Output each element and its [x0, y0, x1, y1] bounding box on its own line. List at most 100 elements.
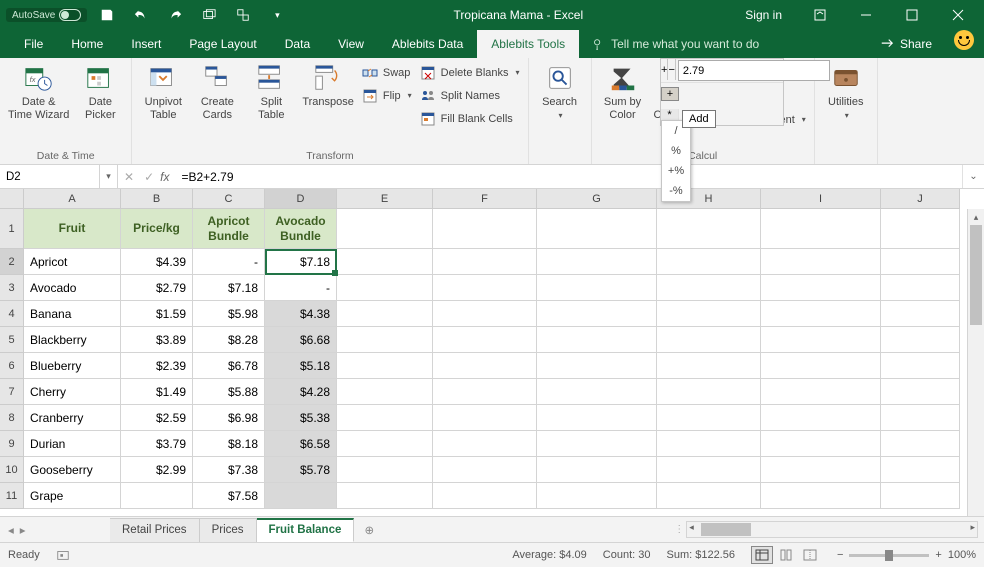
zoom-in-button[interactable]: + — [935, 549, 941, 561]
cell-e8[interactable] — [337, 405, 433, 431]
tab-page-layout[interactable]: Page Layout — [175, 30, 270, 58]
cell-h4[interactable] — [657, 301, 761, 327]
row-header-6[interactable]: 6 — [0, 353, 24, 379]
empty-header-5[interactable] — [433, 209, 537, 249]
cell-a2[interactable]: Apricot — [24, 249, 121, 275]
cell-i3[interactable] — [761, 275, 881, 301]
cell-a5[interactable]: Blackberry — [24, 327, 121, 353]
cell-e2[interactable] — [337, 249, 433, 275]
cell-h8[interactable] — [657, 405, 761, 431]
cell-h10[interactable] — [657, 457, 761, 483]
cell-i8[interactable] — [761, 405, 881, 431]
cell-a4[interactable]: Banana — [24, 301, 121, 327]
tab-home[interactable]: Home — [57, 30, 117, 58]
macro-recorder-icon[interactable] — [56, 548, 70, 562]
cell-a3[interactable]: Avocado — [24, 275, 121, 301]
calc-value-input[interactable] — [678, 60, 830, 81]
cell-h6[interactable] — [657, 353, 761, 379]
flip-button[interactable]: Flip▾ — [362, 85, 412, 106]
cell-f5[interactable] — [433, 327, 537, 353]
cell-h9[interactable] — [657, 431, 761, 457]
save-icon[interactable] — [93, 0, 121, 30]
cell-d10[interactable]: $5.78 — [265, 457, 337, 483]
date-picker-button[interactable]: Date Picker — [77, 62, 123, 121]
feedback-smiley-icon[interactable] — [954, 30, 974, 50]
cell-f6[interactable] — [433, 353, 537, 379]
cell-f9[interactable] — [433, 431, 537, 457]
new-sheet-button[interactable]: ⊕ — [354, 523, 384, 537]
cell-c3[interactable]: $7.18 — [193, 275, 265, 301]
fill-blank-cells-button[interactable]: Fill Blank Cells — [420, 108, 520, 129]
calc-op-pct[interactable]: % — [662, 141, 690, 161]
cell-e7[interactable] — [337, 379, 433, 405]
empty-header-6[interactable] — [537, 209, 657, 249]
cell-e11[interactable] — [337, 483, 433, 509]
cell-g4[interactable] — [537, 301, 657, 327]
col-header-d[interactable]: D — [265, 189, 337, 209]
swap-button[interactable]: Swap — [362, 62, 412, 83]
cell-d3[interactable]: - — [265, 275, 337, 301]
cell-g3[interactable] — [537, 275, 657, 301]
cell-i11[interactable] — [761, 483, 881, 509]
maximize-button[interactable] — [890, 0, 934, 30]
cell-j5[interactable] — [881, 327, 960, 353]
sheet-nav-last-icon[interactable]: ▸ — [20, 523, 26, 537]
view-page-layout-icon[interactable] — [775, 546, 797, 564]
cell-h7[interactable] — [657, 379, 761, 405]
col-header-i[interactable]: I — [761, 189, 881, 209]
cell-h5[interactable] — [657, 327, 761, 353]
tab-insert[interactable]: Insert — [117, 30, 175, 58]
create-cards-button[interactable]: Create Cards — [194, 62, 240, 121]
cell-b4[interactable]: $1.59 — [121, 301, 193, 327]
empty-header-8[interactable] — [761, 209, 881, 249]
cell-b10[interactable]: $2.99 — [121, 457, 193, 483]
col-header-a[interactable]: A — [24, 189, 121, 209]
col-header-f[interactable]: F — [433, 189, 537, 209]
cell-d11[interactable] — [265, 483, 337, 509]
cell-d6[interactable]: $5.18 — [265, 353, 337, 379]
cell-d2[interactable]: $7.18 — [265, 249, 337, 275]
formula-expand-icon[interactable]: ⌄ — [962, 165, 984, 188]
cancel-formula-icon[interactable]: ✕ — [124, 170, 134, 184]
transpose-button[interactable]: Transpose — [302, 62, 354, 109]
cell-c6[interactable]: $6.78 — [193, 353, 265, 379]
split-names-button[interactable]: Split Names — [420, 85, 520, 106]
cell-f3[interactable] — [433, 275, 537, 301]
cell-j9[interactable] — [881, 431, 960, 457]
cell-b6[interactable]: $2.39 — [121, 353, 193, 379]
cell-i7[interactable] — [761, 379, 881, 405]
cell-c2[interactable]: - — [193, 249, 265, 275]
tab-ablebits-data[interactable]: Ablebits Data — [378, 30, 477, 58]
cell-j6[interactable] — [881, 353, 960, 379]
cell-f4[interactable] — [433, 301, 537, 327]
cell-h11[interactable] — [657, 483, 761, 509]
qat-icon-1[interactable] — [195, 0, 223, 30]
cell-i9[interactable] — [761, 431, 881, 457]
row-header-1[interactable]: 1 — [0, 209, 24, 249]
cell-j8[interactable] — [881, 405, 960, 431]
cell-j3[interactable] — [881, 275, 960, 301]
row-header-9[interactable]: 9 — [0, 431, 24, 457]
cell-a7[interactable]: Cherry — [24, 379, 121, 405]
cell-a10[interactable]: Gooseberry — [24, 457, 121, 483]
cell-c7[interactable]: $5.88 — [193, 379, 265, 405]
cell-d7[interactable]: $4.28 — [265, 379, 337, 405]
cell-j10[interactable] — [881, 457, 960, 483]
row-header-7[interactable]: 7 — [0, 379, 24, 405]
name-box[interactable] — [0, 165, 100, 188]
cell-e9[interactable] — [337, 431, 433, 457]
delete-blanks-button[interactable]: Delete Blanks▾ — [420, 62, 520, 83]
cell-b5[interactable]: $3.89 — [121, 327, 193, 353]
cell-i10[interactable] — [761, 457, 881, 483]
cell-f10[interactable] — [433, 457, 537, 483]
cell-d8[interactable]: $5.38 — [265, 405, 337, 431]
select-all-corner[interactable] — [0, 189, 24, 209]
cell-j2[interactable] — [881, 249, 960, 275]
cell-f2[interactable] — [433, 249, 537, 275]
horizontal-scrollbar[interactable]: ◂ ▸ — [686, 521, 978, 538]
calc-minus-button[interactable]: − — [668, 59, 675, 80]
row-header-11[interactable]: 11 — [0, 483, 24, 509]
tab-ablebits-tools[interactable]: Ablebits Tools — [477, 30, 579, 58]
view-page-break-icon[interactable] — [799, 546, 821, 564]
row-header-8[interactable]: 8 — [0, 405, 24, 431]
